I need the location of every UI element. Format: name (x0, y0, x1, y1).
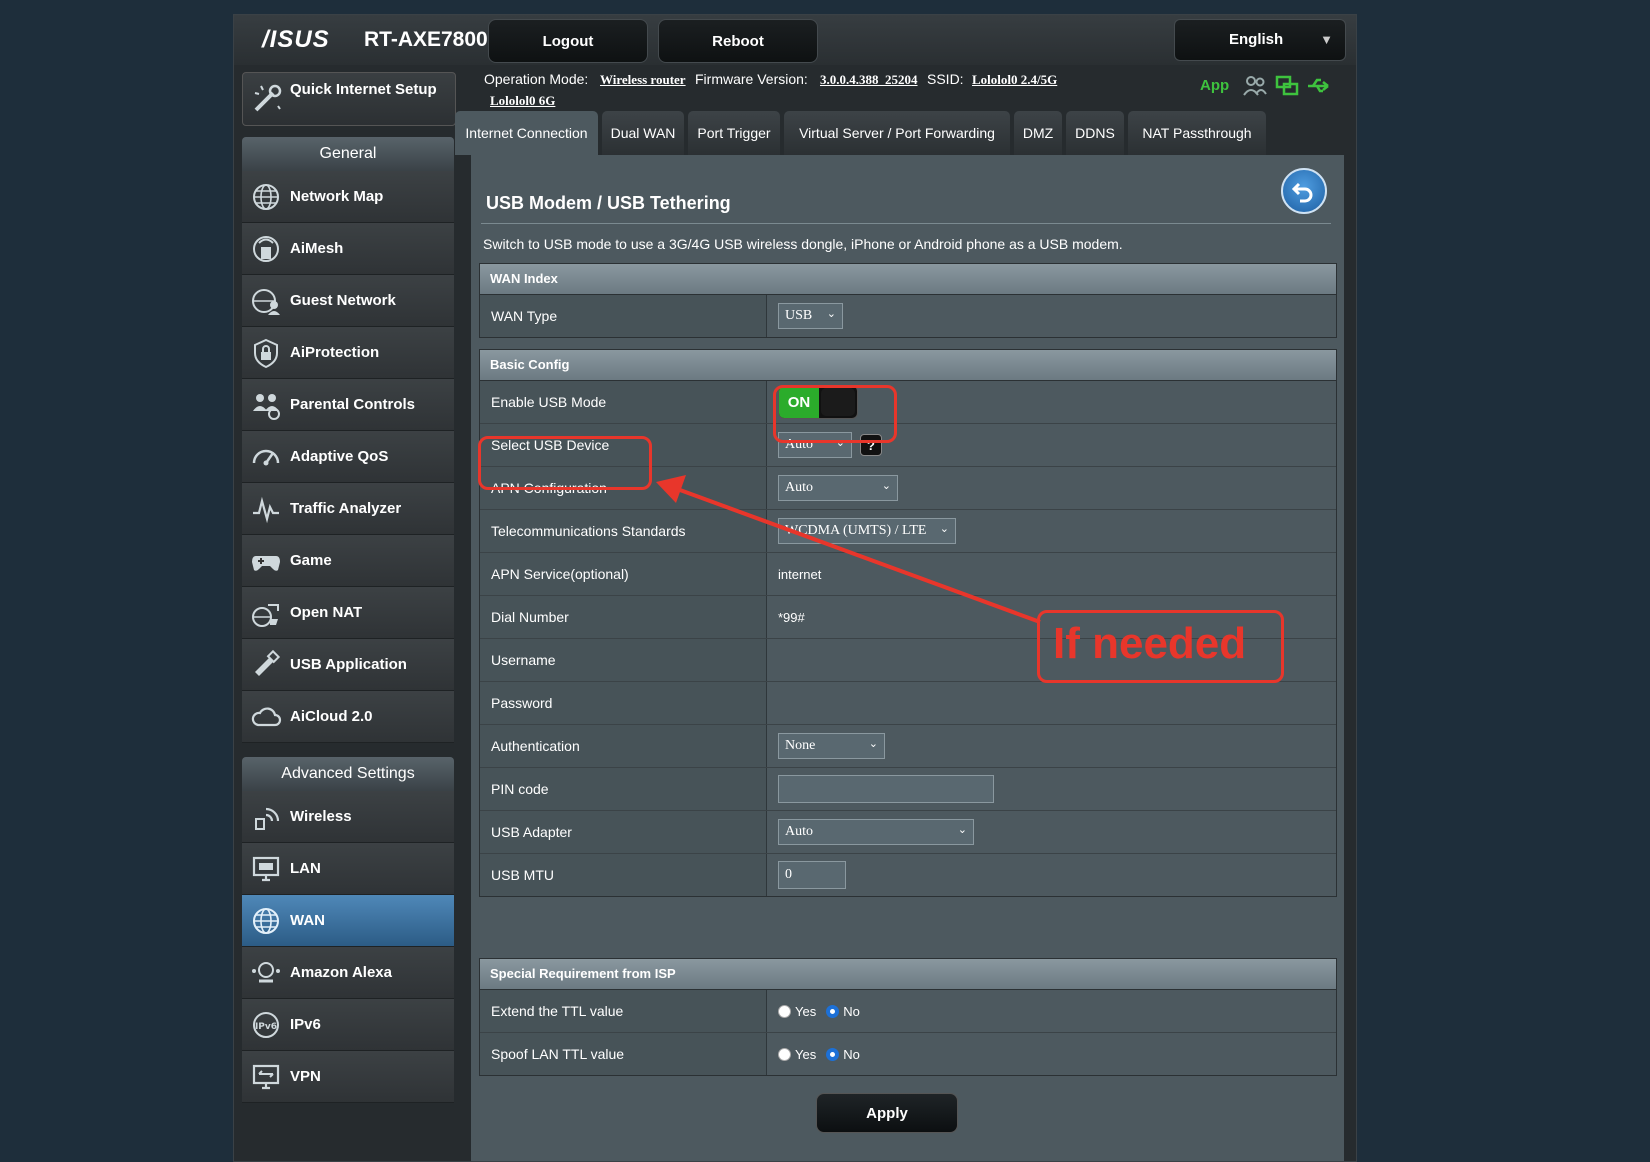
annotation-arrow (656, 475, 1041, 624)
